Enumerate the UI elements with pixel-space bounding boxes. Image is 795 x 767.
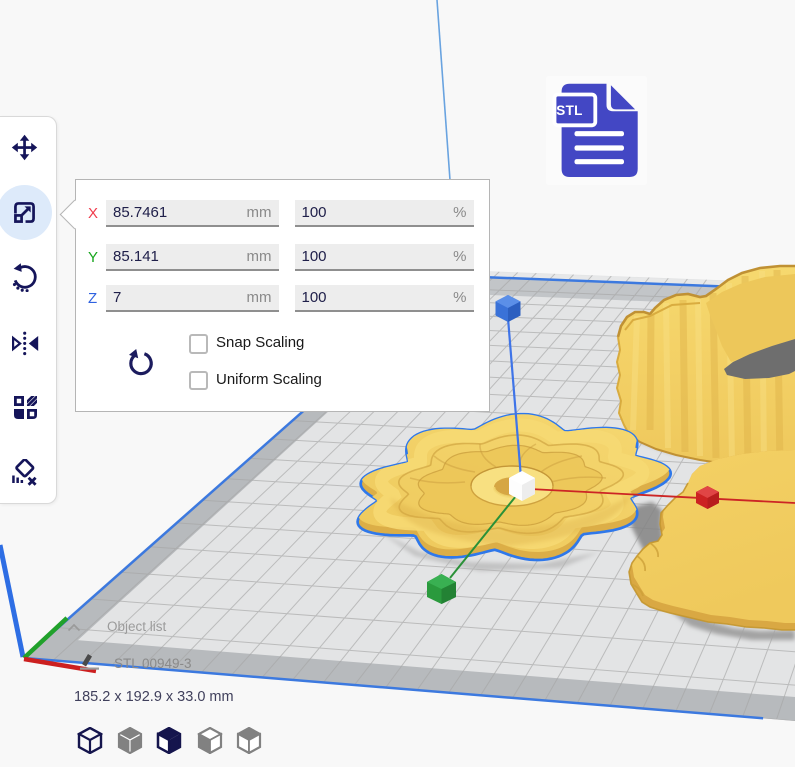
svg-text:STL: STL bbox=[556, 103, 582, 118]
